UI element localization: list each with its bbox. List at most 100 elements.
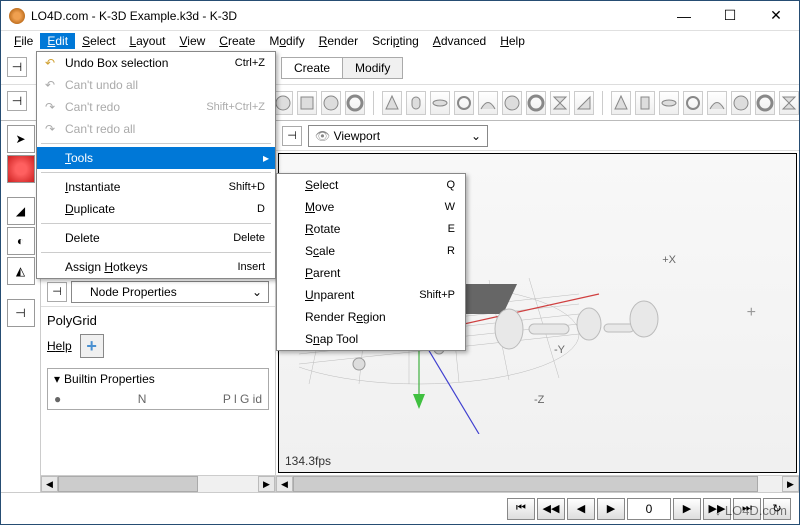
menu-advanced[interactable]: Advanced [426,33,493,49]
menu-scripting[interactable]: Scripting [365,33,426,49]
menu-view[interactable]: View [172,33,212,49]
wedge-icon[interactable] [574,91,594,115]
collapse-icon: ▾ [54,372,60,386]
para2-icon[interactable] [707,91,727,115]
menu-modify[interactable]: Modify [262,33,311,49]
scroll-left-icon[interactable]: ◀ [41,476,58,492]
left-toolstrip: ➤ ◢ ◐ ◭ ⊣ [1,121,41,492]
pin-icon[interactable]: ⊣ [7,91,27,111]
viewport-combo[interactable]: 👁 Viewport ⌄ [308,125,488,147]
cone-icon[interactable] [382,91,402,115]
vertex-tool[interactable]: ◭ [7,257,35,285]
minimize-button[interactable]: — [661,1,707,30]
scroll-thumb[interactable] [293,476,758,492]
separator [41,223,271,224]
hourglass2-icon[interactable] [779,91,799,115]
pin-icon[interactable]: ⊣ [7,57,27,77]
menu-help[interactable]: Help [493,33,532,49]
panel-mode-combo[interactable]: Node Properties ⌄ [71,281,269,303]
hourglass-icon[interactable] [550,91,570,115]
combo-label: Viewport [334,129,380,143]
face-tool[interactable]: ◐ [7,227,35,255]
menu-undo-all[interactable]: ↶ Can't undo all [37,74,275,96]
pointer-tool[interactable]: ➤ [7,125,35,153]
scroll-right-icon[interactable]: ▶ [258,476,275,492]
torus-icon[interactable] [345,91,365,115]
tool-snap[interactable]: Snap Tool [277,328,465,350]
maximize-button[interactable]: ☐ [707,1,753,30]
torus2-icon[interactable] [526,91,546,115]
menu-create[interactable]: Create [212,33,262,49]
chevron-down-icon: ⌄ [252,285,262,299]
edit-menu-dropdown: ↶ Undo Box selectionCtrl+Z ↶ Can't undo … [36,51,276,279]
property-row: ●NP l G id [48,389,268,409]
tool-select[interactable]: SelectQ [277,174,465,196]
menu-layout[interactable]: Layout [122,33,172,49]
ring-icon[interactable] [454,91,474,115]
menu-edit[interactable]: Edit [40,33,75,49]
tool-render-region[interactable]: Render Region [277,306,465,328]
app-window: LO4D.com - K-3D Example.k3d - K-3D — ☐ ✕… [0,0,800,525]
scroll-thumb[interactable] [58,476,198,492]
sphere4-icon[interactable] [731,91,751,115]
section-header[interactable]: ▾ Builtin Properties [48,369,268,389]
menu-delete[interactable]: DeleteDelete [37,227,275,249]
prev-keyframe-button[interactable]: ◀◀ [537,498,565,520]
cube-tool[interactable] [7,155,35,183]
viewport-scrollbar[interactable]: ◀ ▶ [276,475,799,492]
menu-select[interactable]: Select [75,33,122,49]
menu-hotkeys[interactable]: Assign HotkeysInsert [37,256,275,278]
menu-render[interactable]: Render [312,33,365,49]
cyl2-icon[interactable] [635,91,655,115]
add-button[interactable]: + [80,334,104,358]
disc2-icon[interactable] [659,91,679,115]
menu-redo-all[interactable]: ↷ Can't redo all [37,118,275,140]
tool-parent[interactable]: Parent [277,262,465,284]
para-icon[interactable] [478,91,498,115]
tool-scale[interactable]: ScaleR [277,240,465,262]
tab-create[interactable]: Create [282,58,343,78]
help-link[interactable]: Help [47,339,72,353]
sphere2-icon[interactable] [321,91,341,115]
menu-file[interactable]: File [7,33,40,49]
tab-modify[interactable]: Modify [343,58,402,78]
close-button[interactable]: ✕ [753,1,799,30]
ring2-icon[interactable] [683,91,703,115]
undo-icon: ↶ [42,77,58,93]
tool-unparent[interactable]: UnparentShift+P [277,284,465,306]
pin-tool[interactable]: ⊣ [7,299,35,327]
cube-icon[interactable] [297,91,317,115]
next-frame-button[interactable]: ▶ [673,498,701,520]
panel-body: PolyGrid Help + ▾ Builtin Properties ●NP… [41,307,275,475]
edge-tool[interactable]: ◢ [7,197,35,225]
axis-x-label: +X [662,254,676,266]
pin-icon[interactable]: ⊣ [282,126,302,146]
window-title: LO4D.com - K-3D Example.k3d - K-3D [31,9,661,23]
submenu-arrow-icon: ▸ [263,151,269,165]
menu-undo[interactable]: ↶ Undo Box selectionCtrl+Z [37,52,275,74]
cone2-icon[interactable] [611,91,631,115]
tool-rotate[interactable]: RotateE [277,218,465,240]
statusbar: ⏮ ◀◀ ◀ ▶ 0 ▶ ▶▶ ⏭ ↻ [1,492,799,524]
play-back-button[interactable]: ◀ [567,498,595,520]
play-button[interactable]: ▶ [597,498,625,520]
cylinder-icon[interactable] [406,91,426,115]
first-frame-button[interactable]: ⏮ [507,498,535,520]
tool-move[interactable]: MoveW [277,196,465,218]
sphere-icon[interactable] [273,91,293,115]
torus3-icon[interactable] [755,91,775,115]
scroll-left-icon[interactable]: ◀ [276,476,293,492]
menu-duplicate[interactable]: DuplicateD [37,198,275,220]
panel-scrollbar[interactable]: ◀ ▶ [41,475,275,492]
menu-instantiate[interactable]: InstantiateShift+D [37,176,275,198]
sphere3-icon[interactable] [502,91,522,115]
disc-icon[interactable] [430,91,450,115]
undo-icon: ↶ [42,55,58,71]
frame-field[interactable]: 0 [627,498,671,520]
menu-tools[interactable]: Tools▸ [37,147,275,169]
menu-redo[interactable]: ↷ Can't redoShift+Ctrl+Z [37,96,275,118]
menubar: File Edit Select Layout View Create Modi… [1,31,799,51]
pin-icon[interactable]: ⊣ [47,282,67,302]
separator [41,172,271,173]
scroll-right-icon[interactable]: ▶ [782,476,799,492]
